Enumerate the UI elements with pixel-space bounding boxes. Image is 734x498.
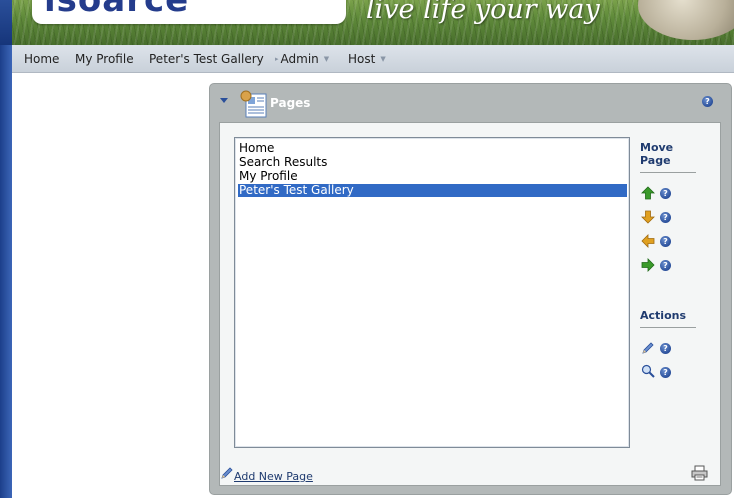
banner-left-edge (0, 0, 12, 45)
pencil-icon[interactable] (220, 466, 234, 480)
arrow-up-icon[interactable] (641, 186, 655, 200)
chevron-down-icon: ▼ (323, 55, 330, 63)
divider (640, 327, 696, 328)
main-nav: Home My Profile Peter's Test Gallery ▸ Ad… (12, 45, 734, 73)
page-list-item[interactable]: Search Results (238, 156, 627, 169)
module-header: Pages ? (210, 84, 731, 122)
nav-host-label: Host (348, 52, 376, 66)
module-body: Home Search Results My Profile Peter's T… (219, 122, 721, 486)
nav-test-gallery[interactable]: Peter's Test Gallery (149, 52, 264, 66)
page-list-item[interactable]: Home (238, 142, 627, 155)
nav-host[interactable]: Host ▼ (348, 52, 386, 66)
arrow-down-icon[interactable] (641, 210, 655, 224)
nav-admin-label: Admin (280, 52, 319, 66)
pencil-icon[interactable] (641, 341, 655, 355)
printer-icon[interactable] (691, 465, 708, 481)
header-banner: isoarcé live life your way (0, 0, 734, 45)
help-icon[interactable]: ? (660, 212, 671, 223)
left-edge-strip (0, 45, 12, 498)
divider (640, 172, 696, 173)
nav-home[interactable]: Home (24, 52, 59, 66)
nav-my-profile[interactable]: My Profile (75, 52, 134, 66)
pages-module: Pages ? Home Search Results My Profile P… (209, 83, 732, 495)
help-icon[interactable]: ? (660, 236, 671, 247)
actions-heading: Actions (640, 309, 686, 322)
help-icon[interactable]: ? (660, 343, 671, 354)
page-list-item-selected[interactable]: Peter's Test Gallery (238, 184, 627, 197)
move-heading-line1: Move (640, 141, 674, 154)
move-heading-line2: Page (640, 154, 671, 167)
pages-icon (240, 90, 267, 118)
collapse-icon[interactable] (220, 98, 228, 103)
help-icon[interactable]: ? (660, 260, 671, 271)
arrow-right-icon[interactable] (641, 258, 655, 272)
magnifier-icon[interactable] (641, 364, 655, 378)
site-logo[interactable]: isoarcé (32, 0, 346, 24)
module-title: Pages (270, 96, 311, 110)
help-icon[interactable]: ? (660, 367, 671, 378)
logo-text: isoarcé (44, 0, 190, 20)
help-icon[interactable]: ? (702, 96, 713, 107)
nav-arrow-icon: ▸ (275, 55, 279, 63)
page-list[interactable]: Home Search Results My Profile Peter's T… (234, 137, 630, 448)
arrow-left-icon[interactable] (641, 234, 655, 248)
help-icon[interactable]: ? (660, 188, 671, 199)
move-page-heading: Move Page (640, 141, 673, 167)
chevron-down-icon: ▼ (380, 55, 386, 63)
add-new-page-link[interactable]: Add New Page (234, 470, 313, 483)
page-list-item[interactable]: My Profile (238, 170, 627, 183)
site-tagline: live life your way (366, 0, 600, 25)
nav-admin[interactable]: ▸ Admin ▼ (275, 52, 329, 66)
